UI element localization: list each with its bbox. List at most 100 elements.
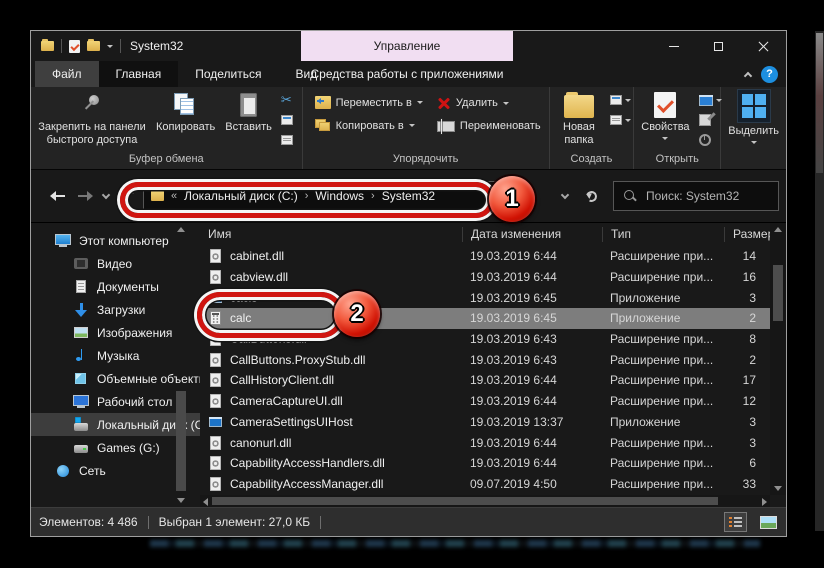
file-row[interactable]: cabview.dll 19.03.2019 6:44 Расширение п… bbox=[200, 267, 770, 288]
minimize-button[interactable] bbox=[651, 31, 696, 61]
file-name: CallButtons.ProxyStub.dll bbox=[230, 353, 365, 367]
file-type-icon bbox=[208, 372, 223, 388]
copy-to-icon bbox=[315, 119, 331, 132]
column-header-date[interactable]: Дата изменения bbox=[462, 227, 602, 242]
history-button[interactable] bbox=[699, 132, 722, 148]
paste-shortcut-button[interactable] bbox=[281, 132, 293, 148]
file-name: CapabilityAccessHandlers.dll bbox=[230, 456, 385, 470]
search-input[interactable]: Поиск: System32 bbox=[613, 181, 779, 211]
screenshot-root: System32 Управление Файл Главная Поделит… bbox=[0, 0, 824, 568]
select-grid-icon bbox=[742, 94, 766, 118]
scrollbar-thumb[interactable] bbox=[212, 497, 718, 505]
refresh-button[interactable] bbox=[578, 183, 604, 209]
tab-home[interactable]: Главная bbox=[99, 61, 179, 87]
file-type: Расширение при... bbox=[602, 332, 724, 346]
copy-to-button[interactable]: Копировать в bbox=[315, 119, 423, 132]
forward-icon bbox=[78, 195, 91, 197]
address-dropdown-button[interactable] bbox=[552, 183, 578, 209]
file-date: 19.03.2019 6:43 bbox=[462, 332, 602, 346]
sidebar-item-icon bbox=[73, 417, 89, 433]
selection-info: Выбран 1 элемент: 27,0 КБ bbox=[159, 515, 311, 529]
properties-icon[interactable] bbox=[69, 40, 80, 53]
sidebar-scrollbar[interactable] bbox=[174, 225, 188, 503]
chevron-down-icon[interactable] bbox=[107, 45, 113, 51]
forward-button[interactable] bbox=[71, 183, 97, 209]
scroll-down-icon[interactable] bbox=[774, 486, 782, 491]
divider bbox=[320, 516, 321, 529]
properties-button[interactable]: Свойства bbox=[636, 90, 694, 145]
thumbnails-view-button[interactable] bbox=[757, 512, 780, 532]
tab-share[interactable]: Поделиться bbox=[178, 61, 278, 87]
folder-icon[interactable] bbox=[41, 41, 54, 51]
collapse-ribbon-icon[interactable] bbox=[744, 71, 752, 79]
scroll-up-icon[interactable] bbox=[774, 227, 782, 232]
select-button[interactable]: Выделить bbox=[723, 90, 784, 149]
edit-icon bbox=[699, 114, 711, 126]
copy-button[interactable]: Копировать bbox=[151, 90, 220, 136]
search-icon bbox=[624, 190, 637, 203]
details-view-button[interactable] bbox=[724, 512, 747, 532]
file-size: 3 bbox=[724, 291, 770, 305]
chevron-down-icon bbox=[561, 191, 569, 199]
file-type-icon bbox=[208, 352, 223, 368]
file-size: 2 bbox=[724, 353, 770, 367]
scrollbar-thumb[interactable] bbox=[773, 265, 783, 321]
close-button[interactable] bbox=[741, 31, 786, 61]
maximize-button[interactable] bbox=[696, 31, 741, 61]
file-rows: cabinet.dll 19.03.2019 6:44 Расширение п… bbox=[200, 246, 770, 495]
help-icon[interactable]: ? bbox=[761, 66, 778, 83]
tab-application-tools[interactable]: Средства работы с приложениями bbox=[301, 61, 513, 87]
delete-button[interactable]: Удалить bbox=[437, 96, 541, 110]
file-size: 14 bbox=[724, 249, 770, 263]
vertical-scrollbar[interactable] bbox=[770, 223, 786, 495]
scroll-left-icon[interactable] bbox=[203, 498, 208, 506]
ribbon-group-create: Новая папка Создать bbox=[550, 87, 635, 169]
edit-button[interactable] bbox=[699, 112, 722, 128]
easy-access-button[interactable] bbox=[610, 112, 631, 128]
scroll-up-icon[interactable] bbox=[177, 227, 185, 232]
manage-contextual-tab[interactable]: Управление bbox=[301, 31, 513, 61]
column-header-name[interactable]: Имя bbox=[200, 227, 462, 242]
tab-file[interactable]: Файл bbox=[35, 61, 99, 87]
new-folder-button[interactable]: Новая папка bbox=[552, 90, 607, 148]
move-to-button[interactable]: Переместить в bbox=[315, 96, 423, 109]
file-row[interactable]: CapabilityAccessHandlers.dll 19.03.2019 … bbox=[200, 453, 770, 474]
column-header-size[interactable]: Размер bbox=[724, 227, 770, 242]
pin-to-quick-access-button[interactable]: Закрепить на панели быстрого доступа bbox=[33, 90, 151, 148]
copy-path-button[interactable] bbox=[281, 112, 293, 128]
open-button[interactable] bbox=[699, 92, 722, 108]
back-button[interactable] bbox=[45, 183, 71, 209]
file-name: CameraSettingsUIHost bbox=[230, 415, 353, 429]
sidebar-item-label: Сеть bbox=[79, 464, 106, 478]
file-row[interactable]: CallButtons.ProxyStub.dll 19.03.2019 6:4… bbox=[200, 349, 770, 370]
easy-access-icon bbox=[610, 115, 622, 125]
scroll-down-icon[interactable] bbox=[177, 498, 185, 503]
recent-locations-button[interactable] bbox=[97, 183, 115, 209]
rename-button[interactable]: Переименовать bbox=[437, 120, 541, 132]
chevron-down-icon bbox=[751, 141, 757, 147]
file-type-icon bbox=[208, 269, 223, 285]
scrollbar-thumb[interactable] bbox=[176, 391, 186, 491]
horizontal-scrollbar[interactable] bbox=[200, 495, 770, 507]
cut-button[interactable]: ✂ bbox=[281, 92, 293, 108]
file-row[interactable]: CameraCaptureUI.dll 19.03.2019 6:44 Расш… bbox=[200, 391, 770, 412]
file-row[interactable]: CallHistoryClient.dll 19.03.2019 6:44 Ра… bbox=[200, 370, 770, 391]
file-row[interactable]: cabinet.dll 19.03.2019 6:44 Расширение п… bbox=[200, 246, 770, 267]
file-type: Приложение bbox=[602, 291, 724, 305]
new-folder-icon[interactable] bbox=[87, 41, 100, 51]
file-type-icon bbox=[208, 435, 223, 451]
blurred-page-text bbox=[150, 540, 760, 547]
scroll-right-icon[interactable] bbox=[762, 498, 767, 506]
file-date: 09.07.2019 4:50 bbox=[462, 477, 602, 491]
chevron-down-icon bbox=[625, 119, 631, 125]
file-row[interactable]: CameraSettingsUIHost 19.03.2019 13:37 Пр… bbox=[200, 412, 770, 433]
sidebar-item-icon bbox=[73, 256, 89, 272]
new-item-button[interactable] bbox=[610, 92, 631, 108]
page-scrollbar[interactable] bbox=[815, 31, 824, 531]
file-row[interactable]: canonurl.dll 19.03.2019 6:44 Расширение … bbox=[200, 432, 770, 453]
file-row[interactable]: CapabilityAccessManager.dll 09.07.2019 4… bbox=[200, 474, 770, 495]
file-date: 19.03.2019 6:43 bbox=[462, 353, 602, 367]
paste-button[interactable]: Вставить bbox=[220, 90, 277, 136]
new-folder-icon bbox=[564, 95, 594, 118]
column-header-type[interactable]: Тип bbox=[602, 227, 724, 242]
